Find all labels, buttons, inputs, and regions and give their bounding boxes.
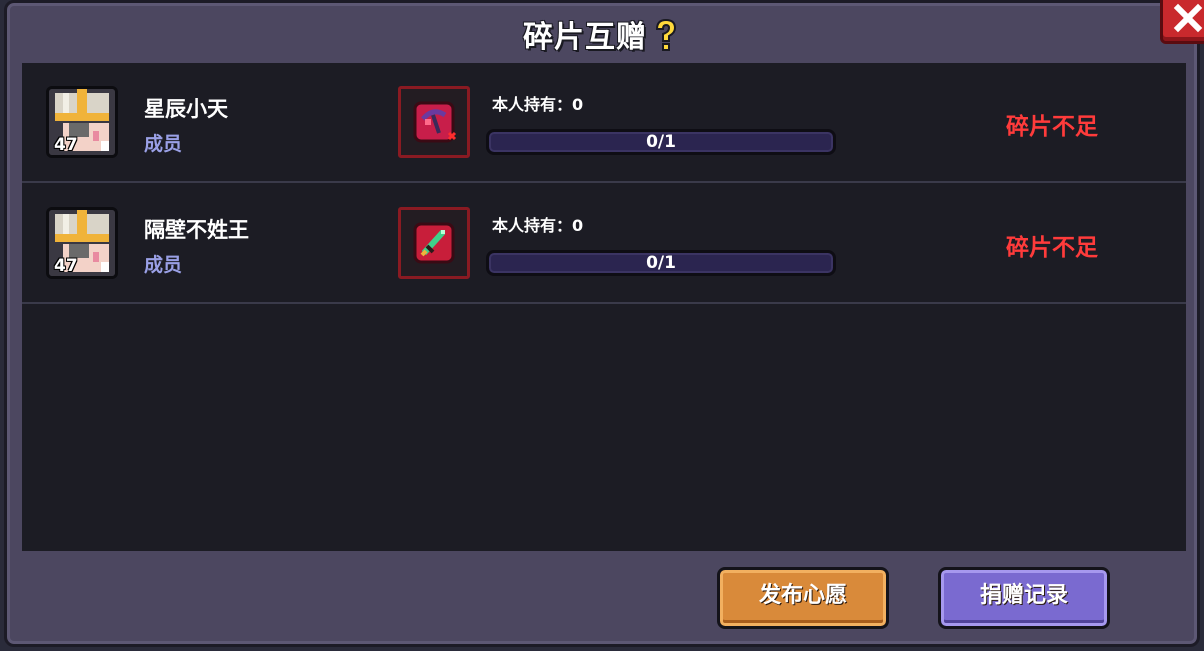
- member-role: 成员: [144, 254, 183, 276]
- progress-text: 0/1: [646, 132, 676, 152]
- publish-wish-button[interactable]: 发布心愿: [717, 567, 889, 629]
- pickaxe-fragment-icon: [413, 101, 457, 143]
- dialog-title-bar: 碎片互赠: [0, 12, 1204, 56]
- member-role: 成员: [144, 133, 183, 155]
- sword-fragment-icon: [413, 222, 455, 264]
- member-name: 隔壁不姓王: [144, 218, 249, 242]
- close-button[interactable]: [1160, 0, 1204, 44]
- level-badge: 47: [54, 135, 78, 155]
- fragment-progress-bar: 0/1: [486, 250, 836, 276]
- avatar[interactable]: 47: [46, 86, 118, 158]
- item-slot[interactable]: [398, 86, 470, 158]
- divider: [22, 302, 1186, 304]
- donation-log-button[interactable]: 捐赠记录: [938, 567, 1110, 629]
- member-name: 星辰小天: [144, 97, 228, 121]
- level-badge: 47: [54, 256, 78, 276]
- item-slot[interactable]: [398, 207, 470, 279]
- insufficient-fragments-status: 碎片不足: [1006, 114, 1098, 140]
- divider: [22, 181, 1186, 183]
- question-mark-icon[interactable]: [651, 17, 681, 55]
- member-request-list[interactable]: 47 星辰小天 成员 本人持有：0 0/1 碎片不足 47 隔壁不姓王 成员 本…: [22, 63, 1186, 551]
- list-item: 47 星辰小天 成员 本人持有：0 0/1 碎片不足: [22, 63, 1186, 183]
- insufficient-fragments-status: 碎片不足: [1006, 235, 1098, 261]
- close-x-icon: [1173, 3, 1203, 33]
- list-item: 47 隔壁不姓王 成员 本人持有：0 0/1 碎片不足: [22, 184, 1186, 304]
- dialog-title: 碎片互赠: [523, 20, 647, 55]
- progress-text: 0/1: [646, 253, 676, 273]
- held-count-label: 本人持有：0: [492, 95, 584, 114]
- avatar[interactable]: 47: [46, 207, 118, 279]
- fragment-progress-bar: 0/1: [486, 129, 836, 155]
- held-count-label: 本人持有：0: [492, 216, 584, 235]
